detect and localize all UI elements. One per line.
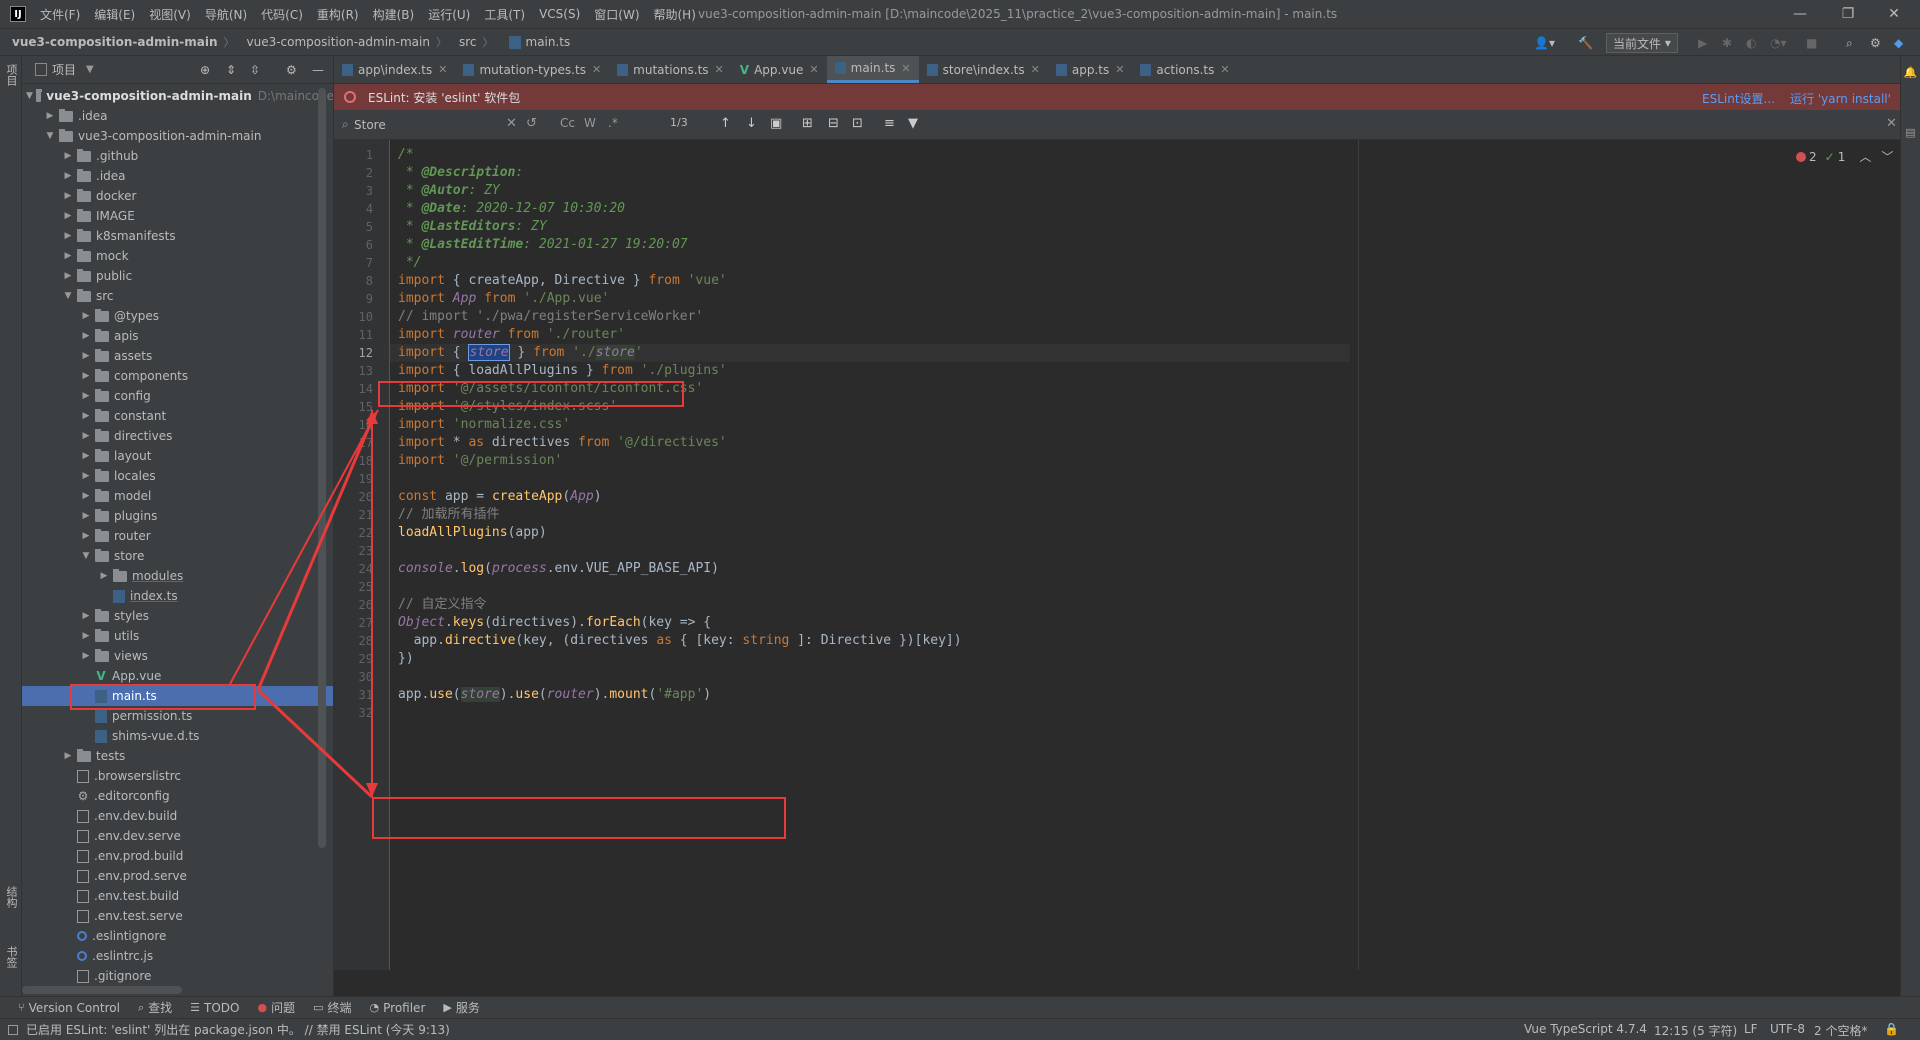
cursor-position[interactable]: 12:15 (5 字符): [1654, 1022, 1737, 1039]
status-icon: [8, 1024, 18, 1035]
todo-tab[interactable]: ☰ TODO: [190, 1001, 239, 1015]
language-status[interactable]: Vue TypeScript 4.7.4: [1524, 1022, 1647, 1036]
profiler-icon: ◔: [369, 1001, 380, 1014]
version-control-label: Version Control: [28, 1000, 120, 1015]
vcs-branch-icon: ⑂: [18, 1001, 25, 1014]
problem-icon: ●: [257, 1001, 268, 1014]
services-tab[interactable]: ▶ 服务: [443, 999, 479, 1016]
file-encoding[interactable]: UTF-8: [1770, 1022, 1805, 1036]
problems-tab[interactable]: ● 问题: [257, 999, 295, 1016]
search-icon: ⌕: [137, 1000, 145, 1014]
annotation-arrows: [229, 409, 379, 799]
status-bar: 已启用 ESLint: 'eslint' 列出在 package.json 中。…: [0, 1018, 1920, 1040]
terminal-label: 终端: [327, 1001, 352, 1015]
todo-label: TODO: [204, 1000, 240, 1015]
status-message[interactable]: 已启用 ESLint: 'eslint' 列出在 package.json 中。…: [26, 1021, 450, 1038]
database-icon[interactable]: ▤: [1904, 126, 1917, 139]
version-control-tab[interactable]: ⑂ Version Control: [18, 1001, 120, 1015]
terminal-tab[interactable]: ▭ 终端: [313, 999, 351, 1016]
line-separator[interactable]: LF: [1744, 1022, 1758, 1036]
find-tab[interactable]: ⌕ 查找: [138, 999, 172, 1016]
bottom-tool-bar: ⑂ Version Control ⌕ 查找 ☰ TODO ● 问题 ▭ 终端 ◔ Prof…: [0, 996, 1920, 1018]
profiler-tab[interactable]: ◔ Profiler: [370, 1001, 426, 1015]
lock-icon[interactable]: 🔒: [1884, 1022, 1899, 1036]
notifications-icon[interactable]: 🔔: [1904, 66, 1917, 79]
services-label: 服务: [455, 1001, 480, 1015]
list-icon: ☰: [190, 1001, 200, 1014]
find-label: 查找: [148, 1001, 173, 1015]
services-icon: ▶: [443, 1001, 452, 1014]
terminal-icon: ▭: [313, 1001, 324, 1014]
indent-setting[interactable]: 2 个空格*: [1814, 1022, 1867, 1039]
right-tool-strip: 🔔 ▤: [1900, 56, 1920, 996]
profiler-label: Profiler: [383, 1000, 426, 1015]
problems-label: 问题: [271, 1001, 296, 1015]
